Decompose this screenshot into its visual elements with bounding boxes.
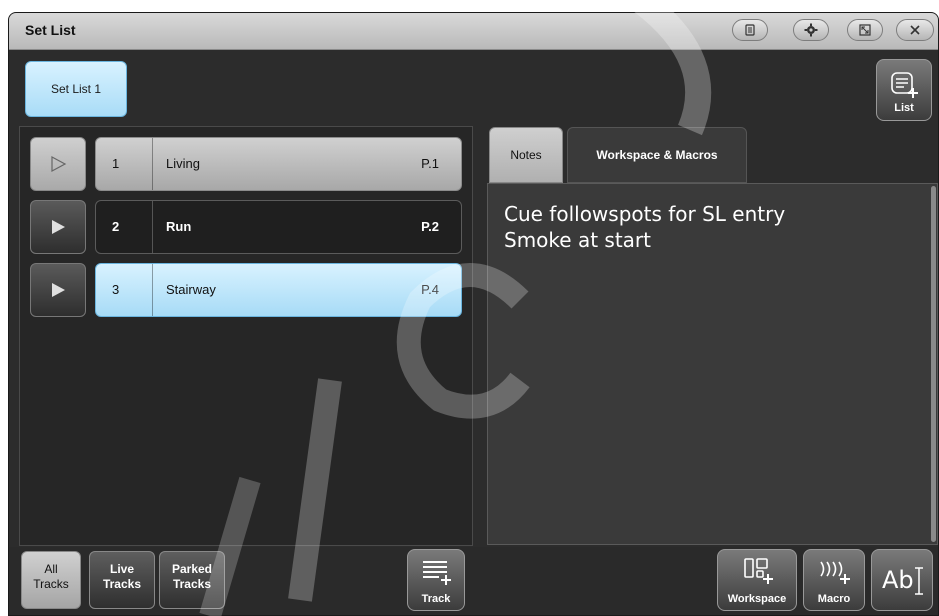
filter-parked-tracks-button[interactable]: Parked Tracks — [159, 551, 225, 609]
track-name: Stairway — [166, 282, 216, 297]
filter-label-line2: Tracks — [172, 577, 212, 591]
notes-scrollbar[interactable] — [931, 186, 936, 542]
row-divider — [152, 201, 153, 253]
track-row[interactable]: 2 Run P.2 — [95, 200, 462, 254]
play-track-1-button[interactable] — [30, 137, 86, 191]
notes-text-area[interactable]: Cue followspots for SL entry Smoke at st… — [487, 183, 938, 545]
resize-icon — [859, 24, 871, 36]
filter-label-line1: Live — [109, 562, 134, 576]
settings-button[interactable] — [793, 19, 829, 41]
track-number: 1 — [112, 156, 120, 171]
resize-button[interactable] — [847, 19, 883, 41]
workspace-add-icon — [744, 558, 773, 584]
add-macro-button[interactable]: Macro — [803, 549, 865, 611]
macro-button-label: Macro — [817, 593, 851, 605]
row-divider — [152, 138, 153, 190]
macro-add-icon — [820, 561, 850, 584]
track-page: P.2 — [421, 219, 439, 234]
title-bar: Set List — [9, 13, 938, 50]
add-track-button[interactable]: Track — [407, 549, 465, 611]
tab-workspace-macros[interactable]: Workspace & Macros — [567, 127, 747, 183]
filter-label-line1: Parked — [171, 562, 213, 576]
track-add-icon — [423, 561, 451, 585]
set-list-1-tab[interactable]: Set List 1 — [25, 61, 127, 117]
close-icon — [910, 25, 920, 35]
text-edit-button[interactable]: Ab — [871, 549, 933, 611]
track-name: Run — [166, 219, 192, 234]
track-row[interactable]: 1 Living P.1 — [95, 137, 462, 191]
row-divider — [152, 264, 153, 316]
track-page: P.1 — [421, 156, 439, 171]
gear-icon — [804, 23, 818, 37]
play-icon — [51, 155, 67, 173]
list-add-icon — [891, 72, 918, 98]
tab-notes[interactable]: Notes — [489, 127, 563, 183]
track-name: Living — [166, 156, 200, 171]
set-list-window: Set List Set List 1 List 1 Living P.1 2 … — [8, 12, 939, 616]
play-track-3-button[interactable] — [30, 263, 86, 317]
filter-label-line2: Tracks — [33, 577, 69, 591]
filter-label-line2: Tracks — [102, 577, 142, 591]
play-track-2-button[interactable] — [30, 200, 86, 254]
play-icon — [52, 220, 65, 234]
play-icon — [52, 283, 65, 297]
filter-all-tracks-button[interactable]: All Tracks — [21, 551, 81, 609]
close-button[interactable] — [896, 19, 934, 41]
window-title: Set List — [25, 22, 76, 38]
note-line: Smoke at start — [504, 228, 651, 252]
note-line: Cue followspots for SL entry — [504, 202, 786, 226]
track-row[interactable]: 3 Stairway P.4 — [95, 263, 462, 317]
filter-label-line1: All — [44, 562, 58, 576]
track-list-panel: 1 Living P.1 2 Run P.2 3 Stairway P.4 — [19, 126, 473, 546]
filter-live-tracks-button[interactable]: Live Tracks — [89, 551, 155, 609]
menu-icon — [745, 24, 755, 36]
list-button-label: List — [894, 102, 914, 114]
text-cursor-icon: Ab — [882, 566, 914, 594]
workspace-button-label: Workspace — [727, 593, 787, 605]
add-workspace-button[interactable]: Workspace — [717, 549, 797, 611]
track-number: 2 — [112, 219, 120, 234]
text-cursor-bar-icon — [915, 567, 923, 595]
menu-button[interactable] — [732, 19, 768, 41]
track-page: P.4 — [421, 282, 439, 297]
track-number: 3 — [112, 282, 120, 297]
add-list-button[interactable]: List — [876, 59, 932, 121]
track-button-label: Track — [421, 593, 451, 605]
